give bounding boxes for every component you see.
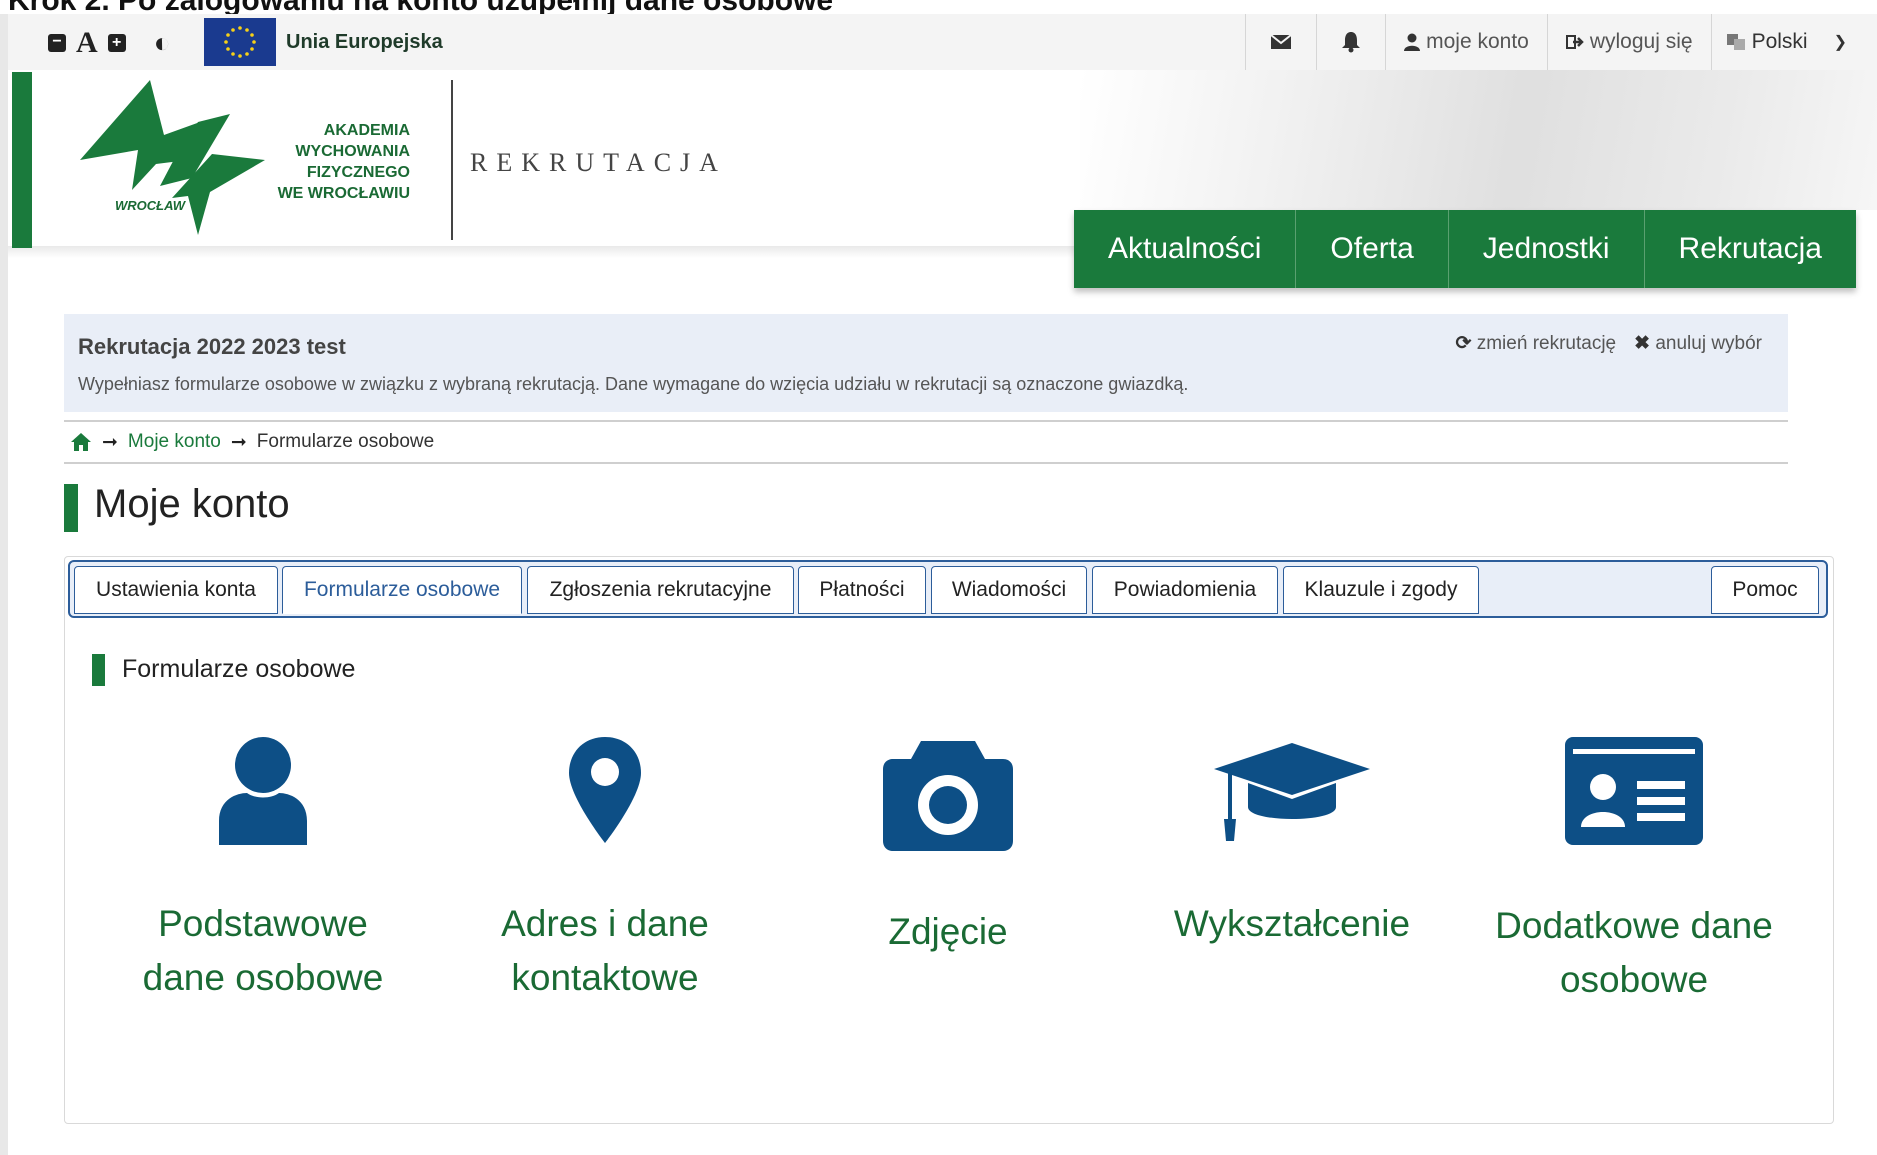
top-nav: moje konto wyloguj się Polski ❯	[1245, 14, 1877, 70]
tab-clauses-consents[interactable]: Klauzule i zgody	[1283, 566, 1479, 614]
tab-applications[interactable]: Zgłoszenia rekrutacyjne	[527, 566, 794, 614]
font-smaller-button[interactable]: −	[48, 34, 66, 52]
my-account-link[interactable]: moje konto	[1385, 14, 1547, 70]
user-icon	[1404, 33, 1421, 51]
site-title: REKRUTACJA	[470, 148, 727, 177]
page-title: Moje konto	[94, 482, 290, 526]
logo-city: WROCŁAW	[115, 198, 186, 213]
nav-oferta[interactable]: Oferta	[1296, 210, 1449, 288]
header-shadow	[8, 246, 1078, 258]
language-select[interactable]: Polski ❯	[1710, 14, 1877, 70]
tab-account-settings[interactable]: Ustawienia konta	[74, 566, 278, 614]
tile-education[interactable]: Wykształcenie	[1152, 735, 1432, 951]
refresh-icon: ⟳	[1455, 333, 1472, 354]
tile-address-contact[interactable]: Adres i dane kontaktowe	[465, 735, 745, 1005]
header-building-image	[1080, 70, 1877, 210]
home-icon[interactable]	[70, 432, 92, 452]
header-divider	[451, 80, 453, 240]
tile-additional-personal-data[interactable]: Dodatkowe dane osobowe	[1494, 735, 1774, 1007]
map-marker-icon	[569, 737, 641, 843]
accessibility-controls: − A + ◐	[48, 26, 171, 60]
tile-label: Zdjęcie	[888, 911, 1008, 952]
logo-text: AKADEMIA WYCHOWANIA FIZYCZNEGO WE WROCŁA…	[277, 122, 410, 202]
breadcrumb-arrow: ➞	[102, 431, 118, 453]
breadcrumb-current: Formularze osobowe	[256, 431, 435, 452]
graduation-cap-icon	[1214, 743, 1370, 841]
cancel-selection-link[interactable]: ✖ anuluj wybór	[1634, 332, 1762, 355]
user-icon	[219, 737, 307, 845]
title-accent-bar	[64, 484, 78, 532]
recruitment-actions: ⟳ zmień rekrutację ✖ anuluj wybór	[1456, 332, 1762, 355]
tab-notifications[interactable]: Powiadomienia	[1092, 566, 1278, 614]
language-label: Polski	[1751, 30, 1808, 53]
logout-label: wyloguj się	[1589, 30, 1693, 53]
tile-label: Podstawowe dane osobowe	[142, 903, 384, 998]
top-bar: − A + ◐ Unia Europejska moje konto wylog…	[8, 14, 1877, 71]
tile-photo[interactable]: Zdjęcie	[808, 735, 1088, 959]
breadcrumb-my-account[interactable]: Moje konto	[128, 431, 221, 453]
recruitment-description: Wypełniasz formularze osobowe w związku …	[78, 374, 1189, 394]
tab-payments[interactable]: Płatności	[798, 566, 926, 614]
contrast-button[interactable]: ◐	[154, 27, 171, 59]
close-icon: ✖	[1634, 333, 1651, 354]
my-account-label: moje konto	[1426, 30, 1529, 53]
eu-flag-icon	[204, 18, 276, 66]
awf-logo[interactable]: AKADEMIA WYCHOWANIA FIZYCZNEGO WE WROCŁA…	[80, 80, 410, 240]
tile-basic-personal-data[interactable]: Podstawowe dane osobowe	[123, 735, 403, 1005]
main-nav: Aktualności Oferta Jednostki Rekrutacja	[1074, 210, 1856, 288]
breadcrumb-arrow: ➞	[230, 431, 247, 453]
section-accent-bar	[92, 654, 105, 686]
language-icon	[1726, 34, 1745, 50]
camera-icon	[883, 741, 1013, 851]
breadcrumb: ➞ Moje konto ➞ Formularze osobowe	[64, 420, 1788, 464]
nav-aktualnosci[interactable]: Aktualności	[1074, 210, 1297, 288]
left-strip	[0, 14, 8, 1155]
nav-rekrutacja[interactable]: Rekrutacja	[1645, 210, 1856, 288]
eu-label: Unia Europejska	[286, 31, 443, 53]
font-default-button[interactable]: A	[76, 26, 98, 60]
tile-label: Dodatkowe dane osobowe	[1495, 905, 1773, 1000]
sign-out-icon	[1565, 35, 1584, 49]
tile-label: Adres i dane kontaktowe	[501, 903, 709, 998]
tab-personal-forms[interactable]: Formularze osobowe	[282, 566, 522, 614]
header-accent-bar	[12, 72, 32, 248]
tab-help[interactable]: Pomoc	[1711, 566, 1819, 614]
logout-link[interactable]: wyloguj się	[1546, 14, 1711, 70]
tile-label: Wykształcenie	[1173, 903, 1411, 944]
chevron-down-icon: ❯	[1833, 34, 1847, 51]
recruitment-title: Rekrutacja 2022 2023 test	[78, 334, 346, 359]
envelope-icon	[1270, 34, 1292, 49]
section-title: Formularze osobowe	[122, 655, 356, 683]
nav-jednostki[interactable]: Jednostki	[1449, 210, 1645, 288]
bell-icon	[1342, 32, 1361, 53]
font-larger-button[interactable]: +	[107, 34, 126, 52]
change-recruitment-link[interactable]: ⟳ zmień rekrutację	[1456, 332, 1617, 355]
id-card-icon	[1565, 737, 1703, 845]
tab-messages[interactable]: Wiadomości	[931, 566, 1087, 614]
messages-link[interactable]	[1245, 14, 1316, 70]
awf-logo-icon	[80, 80, 265, 235]
notifications-link[interactable]	[1316, 14, 1385, 70]
recruitment-info-box: Rekrutacja 2022 2023 test Wypełniasz for…	[64, 314, 1788, 412]
